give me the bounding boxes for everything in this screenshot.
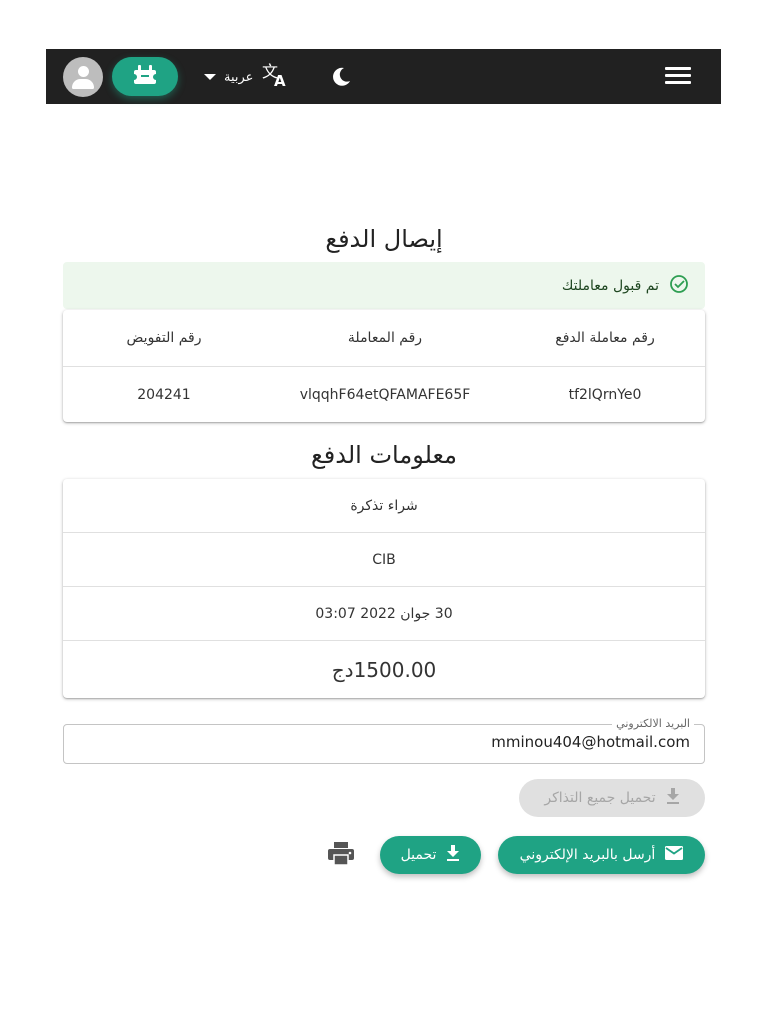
- print-icon: [328, 842, 354, 866]
- success-message: تم قبول معاملتك: [561, 277, 659, 294]
- payment-purpose: شراء تذكرة: [350, 497, 418, 514]
- tickets-button[interactable]: [112, 57, 178, 96]
- avatar-icon[interactable]: [63, 57, 103, 97]
- top-app-bar: عربية 文 A: [46, 49, 721, 104]
- header-authorization-number: رقم التفويض: [126, 330, 202, 346]
- payment-info-card: شراء تذكرة CIB 30 جوان 2022 03:07 1500.0…: [63, 479, 705, 698]
- email-field: البريد الالكتروني: [63, 717, 705, 764]
- receipt-title: إيصال الدفع: [325, 225, 443, 253]
- payment-amount: 1500.00دج: [63, 640, 705, 699]
- payment-info-title: معلومات الدفع: [311, 441, 457, 469]
- header-transaction-number: رقم المعاملة: [347, 330, 423, 346]
- dropdown-caret-icon: [204, 74, 216, 80]
- payment-transaction-number: tf2lQrnYe0: [568, 387, 642, 403]
- send-email-button[interactable]: أرسل بالبريد الإلكتروني: [498, 836, 705, 874]
- send-email-label: أرسل بالبريد الإلكتروني: [519, 847, 656, 863]
- table-row: tf2lQrnYe0 vlqqhF64etQFAMAFE65F 204241: [63, 366, 705, 423]
- download-button[interactable]: تحميل: [380, 836, 481, 874]
- email-input[interactable]: [74, 733, 690, 751]
- print-button[interactable]: [328, 842, 354, 870]
- download-icon: [446, 845, 460, 865]
- ticket-icon: [131, 64, 159, 90]
- language-label: عربية: [224, 69, 254, 85]
- transaction-table: رقم معاملة الدفع رقم المعاملة رقم التفوي…: [63, 310, 705, 422]
- email-icon: [665, 846, 684, 864]
- check-circle-icon: [669, 274, 689, 298]
- download-all-tickets-button[interactable]: تحميل جميع التذاكر: [519, 779, 705, 817]
- transaction-number: vlqqhF64etQFAMAFE65F: [299, 387, 471, 403]
- theme-toggle[interactable]: [330, 66, 352, 92]
- download-all-label: تحميل جميع التذاكر: [544, 790, 656, 806]
- svg-text:A: A: [274, 72, 286, 88]
- translate-icon: 文 A: [261, 62, 289, 92]
- header-payment-transaction-number: رقم معاملة الدفع: [555, 330, 655, 346]
- table-header-row: رقم معاملة الدفع رقم المعاملة رقم التفوي…: [63, 310, 705, 366]
- menu-icon[interactable]: [665, 67, 691, 87]
- authorization-number: 204241: [137, 387, 191, 403]
- success-alert: تم قبول معاملتك: [63, 262, 705, 309]
- moon-icon: [333, 67, 350, 86]
- download-label: تحميل: [400, 847, 437, 863]
- payment-method: CIB: [63, 532, 705, 586]
- download-icon: [666, 788, 680, 808]
- payment-date: 30 جوان 2022 03:07: [63, 586, 705, 640]
- language-select[interactable]: عربية 文 A: [204, 62, 289, 92]
- email-field-label: البريد الالكتروني: [612, 717, 694, 730]
